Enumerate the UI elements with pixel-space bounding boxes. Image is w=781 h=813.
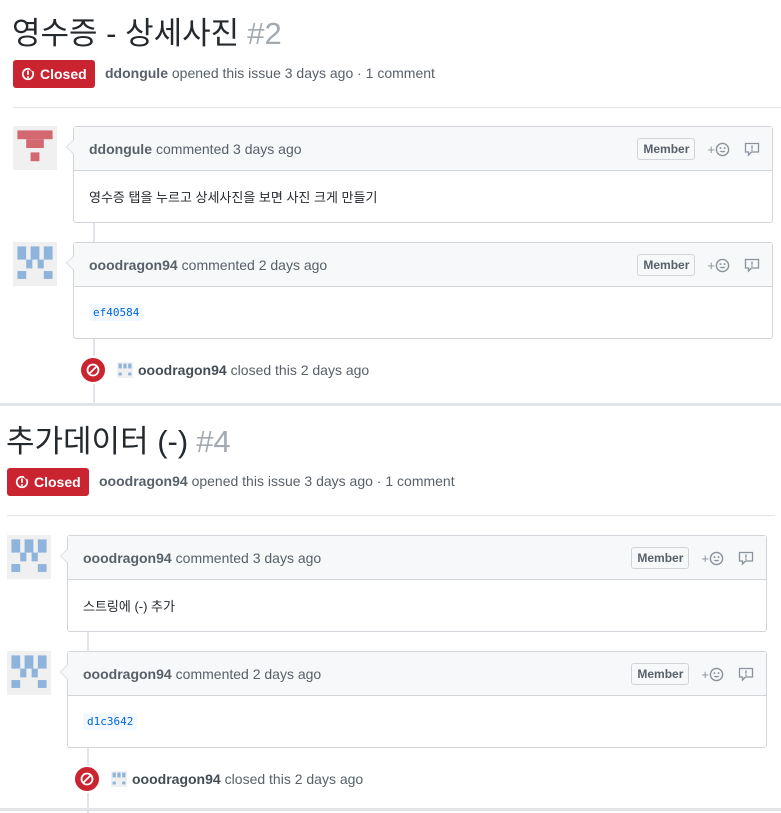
issue-author-link[interactable]: ooodragon94 <box>99 473 188 489</box>
avatar[interactable] <box>13 126 57 170</box>
state-badge-closed: Closed <box>13 60 95 88</box>
header-divider <box>13 107 781 108</box>
comment-header: ddongule commented 3 days ago Member + <box>74 127 772 171</box>
member-badge: Member <box>631 663 690 685</box>
issue-title: 추가데이터 (-) #4 <box>6 424 231 459</box>
header-divider <box>7 515 775 516</box>
identicon-ooodragon94 <box>13 242 57 286</box>
smiley-icon <box>715 142 730 156</box>
issue-meta: ddongule opened this issue 3 days ago · … <box>105 65 435 81</box>
smiley-icon <box>715 258 730 272</box>
issue-meta: ooodragon94 opened this issue 3 days ago… <box>99 473 455 489</box>
closed-text: closed this 2 days ago <box>224 771 364 787</box>
comment: ddongule commented 3 days ago Member + 영… <box>66 126 773 223</box>
mini-avatar[interactable] <box>111 771 127 787</box>
comment-body: 스트링에 (-) 추가 <box>83 599 175 614</box>
comment-author-link[interactable]: ddongule <box>89 141 152 157</box>
issue-opened-text: opened this issue 3 days ago · 1 comment <box>191 473 455 489</box>
member-badge: Member <box>631 547 690 569</box>
add-reaction-button[interactable]: + <box>707 258 730 273</box>
page-separator <box>0 403 781 406</box>
issue-number: #4 <box>196 424 231 459</box>
comment-body: d1c3642 <box>68 696 766 747</box>
comment-more-button[interactable] <box>744 141 760 157</box>
issue-author-link[interactable]: ddongule <box>105 65 168 81</box>
circle-slash-icon <box>79 356 107 384</box>
comment-time[interactable]: commented 3 days ago <box>156 141 302 157</box>
comment-more-icon <box>744 258 760 273</box>
issue-closed-icon <box>21 67 35 81</box>
comment-more-button[interactable] <box>744 257 760 273</box>
closed-by-link[interactable]: ooodragon94 <box>138 362 227 378</box>
comment: ooodragon94 commented 2 days ago Member … <box>66 242 773 339</box>
comment-header: ooodragon94 commented 3 days ago Member … <box>68 536 766 580</box>
smiley-icon <box>709 667 724 681</box>
identicon-ooodragon94 <box>7 535 51 579</box>
add-reaction-button[interactable]: + <box>707 142 730 157</box>
mini-avatar[interactable] <box>117 362 133 378</box>
issue-2: 영수증 - 상세사진 #2 Closed ddongule opened this… <box>0 0 781 405</box>
comment-more-icon <box>744 142 760 157</box>
state-label: Closed <box>34 474 81 490</box>
comment-more-icon <box>738 667 754 682</box>
closed-event: ooodragon94 closed this 2 days ago <box>73 765 363 793</box>
closed-text: closed this 2 days ago <box>230 362 370 378</box>
comment: ooodragon94 commented 2 days ago Member … <box>60 651 767 748</box>
comment-header: ooodragon94 commented 2 days ago Member … <box>74 243 772 287</box>
comment-time[interactable]: commented 2 days ago <box>182 257 328 273</box>
commit-link[interactable]: ef40584 <box>89 304 144 321</box>
comment-author-link[interactable]: ooodragon94 <box>83 550 172 566</box>
closed-by-link[interactable]: ooodragon94 <box>132 771 221 787</box>
circle-slash-icon <box>73 765 101 793</box>
member-badge: Member <box>637 254 696 276</box>
comment-more-button[interactable] <box>738 666 754 682</box>
avatar[interactable] <box>7 651 51 695</box>
comment: ooodragon94 commented 3 days ago Member … <box>60 535 767 632</box>
issue-number: #2 <box>247 16 282 51</box>
comment-body: 영수증 탭을 누르고 상세사진을 보면 사진 크게 만들기 <box>89 190 378 205</box>
add-reaction-button[interactable]: + <box>701 667 724 682</box>
comment-header: ooodragon94 commented 2 days ago Member … <box>68 652 766 696</box>
identicon-ooodragon94 <box>7 651 51 695</box>
comment-author-link[interactable]: ooodragon94 <box>83 666 172 682</box>
comment-time[interactable]: commented 2 days ago <box>176 666 322 682</box>
state-badge-closed: Closed <box>7 468 89 496</box>
add-reaction-button[interactable]: + <box>701 551 724 566</box>
issue-opened-text: opened this issue 3 days ago · 1 comment <box>171 65 435 81</box>
smiley-icon <box>709 551 724 565</box>
issue-closed-icon <box>15 475 29 489</box>
closed-event: ooodragon94 closed this 2 days ago <box>79 356 369 384</box>
identicon-ddongule <box>13 126 57 170</box>
comment-author-link[interactable]: ooodragon94 <box>89 257 178 273</box>
state-label: Closed <box>40 66 87 82</box>
comment-more-icon <box>738 551 754 566</box>
avatar[interactable] <box>13 242 57 286</box>
commit-link[interactable]: d1c3642 <box>83 713 138 730</box>
page-bottom-rule <box>0 808 781 811</box>
member-badge: Member <box>637 138 696 160</box>
issue-title: 영수증 - 상세사진 #2 <box>12 16 282 51</box>
issue-4: 추가데이터 (-) #4 Closed ooodragon94 opened th… <box>0 408 775 813</box>
comment-body: ef40584 <box>74 287 772 338</box>
comment-time[interactable]: commented 3 days ago <box>176 550 322 566</box>
avatar[interactable] <box>7 535 51 579</box>
comment-more-button[interactable] <box>738 550 754 566</box>
